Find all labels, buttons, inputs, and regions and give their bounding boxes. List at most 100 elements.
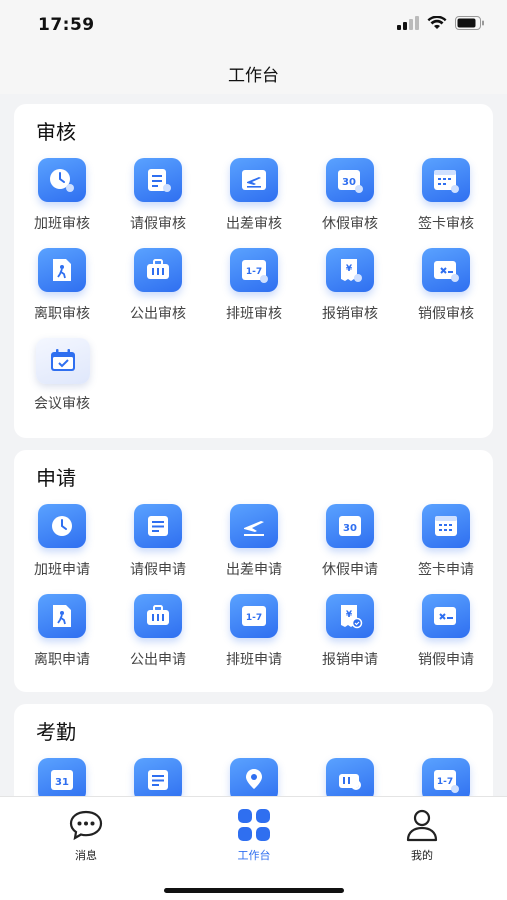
tile-label: 排班申请 [226,652,282,668]
section-card-review: 审核 加班审核 请假审核 出差审核 30 休假审核 签卡审核 离职审核 公出审核… [14,104,493,438]
tile-leave-review[interactable]: 请假审核 [110,158,206,242]
calendar-1-7-icon: 1-7 [230,248,278,292]
svg-text:1-7: 1-7 [246,613,262,623]
calendar-1-7-user-icon: 1-7 [422,758,470,796]
tile-cancel-leave-review[interactable]: 销假审核 [398,248,494,332]
tab-workbench[interactable]: 工作台 [204,807,304,863]
tile-label: 销假申请 [418,652,474,668]
tile-label: 请假申请 [130,562,186,578]
tile-label: 休假审核 [322,216,378,232]
svg-text:¥: ¥ [346,264,353,274]
wifi-icon [427,16,447,29]
briefcase-search-icon [326,758,374,796]
tile-label: 报销审核 [322,306,378,322]
calendar-30-icon: 30 [326,158,374,202]
tile-shift-apply[interactable]: 1-7 排班申请 [206,594,302,678]
tab-label: 工作台 [237,849,271,862]
tile-attendance-4[interactable] [302,758,398,796]
plane-icon [230,158,278,202]
tile-trip-review[interactable]: 出差审核 [206,158,302,242]
tile-resign-apply[interactable]: 离职申请 [14,594,110,678]
tile-signcard-review[interactable]: 签卡审核 [398,158,494,242]
svg-text:30: 30 [343,523,357,534]
tab-messages[interactable]: 消息 [36,807,136,863]
doc-walk-icon [38,248,86,292]
form-icon [134,758,182,796]
tab-label: 我的 [411,849,433,862]
svg-text:1-7: 1-7 [437,777,453,787]
section-card-attendance: 考勤 31 1-7 [14,704,493,796]
tile-label: 休假申请 [322,562,378,578]
signal-icon [397,16,419,30]
tile-attendance-3[interactable] [206,758,302,796]
tile-label: 离职审核 [34,306,90,322]
tile-overtime-review[interactable]: 加班审核 [14,158,110,242]
person-icon [406,809,438,842]
tile-overtime-apply[interactable]: 加班申请 [14,504,110,588]
tile-label: 签卡审核 [418,216,474,232]
calendar-1-7-icon: 1-7 [230,594,278,638]
briefcase-icon [134,248,182,292]
tile-label: 离职申请 [34,652,90,668]
tile-label: 排班审核 [226,306,282,322]
tile-label: 销假审核 [418,306,474,322]
calendar-cancel-icon [422,248,470,292]
calendar-30-icon: 30 [326,504,374,548]
receipt-yen-icon: ¥ [326,594,374,638]
tile-label: 出差审核 [226,216,282,232]
receipt-yen-icon: ¥ [326,248,374,292]
location-pin-icon [230,758,278,796]
tile-trip-apply[interactable]: 出差申请 [206,504,302,588]
tile-reimburse-apply[interactable]: ¥ 报销申请 [302,594,398,678]
doc-walk-icon [38,594,86,638]
tile-leave-apply[interactable]: 请假申请 [110,504,206,588]
status-icons [397,16,485,30]
clock-icon [38,504,86,548]
tile-reimburse-review[interactable]: ¥ 报销审核 [302,248,398,332]
tile-label: 公出审核 [130,306,186,322]
calendar-31-icon: 31 [38,758,86,796]
tile-label: 加班申请 [34,562,90,578]
nav-bar: 工作台 [0,48,507,94]
tile-label: 公出申请 [130,652,186,668]
tile-meeting-review[interactable]: 会议审核 [14,338,110,422]
section-card-apply: 申请 加班申请 请假申请 出差申请 30 休假申请 签卡申请 离职申请 公出申请… [14,450,493,692]
tile-signcard-apply[interactable]: 签卡申请 [398,504,494,588]
grid-apps-icon [238,809,270,841]
tile-attendance-1[interactable]: 31 [14,758,110,796]
tile-attendance-5[interactable]: 1-7 [398,758,494,796]
briefcase-icon [134,594,182,638]
tile-resign-review[interactable]: 离职审核 [14,248,110,332]
tile-shift-review[interactable]: 1-7 排班审核 [206,248,302,332]
tile-label: 出差申请 [226,562,282,578]
battery-icon [455,16,484,30]
tile-label: 请假审核 [130,216,186,232]
calendar-grid-icon [422,504,470,548]
home-indicator [164,888,344,893]
status-bar: 17:59 [0,0,507,48]
svg-text:30: 30 [342,177,356,188]
page-title: 工作台 [228,66,279,86]
chat-bubble-icon [69,810,103,841]
tile-cancel-leave-apply[interactable]: 销假申请 [398,594,494,678]
svg-text:31: 31 [55,777,69,788]
tile-outing-apply[interactable]: 公出申请 [110,594,206,678]
section-title: 考勤 [36,720,76,744]
status-time: 17:59 [38,15,95,35]
tile-attendance-2[interactable] [110,758,206,796]
tab-profile[interactable]: 我的 [372,807,472,863]
calendar-grid-icon [422,158,470,202]
clock-user-icon [38,158,86,202]
tile-outing-review[interactable]: 公出审核 [110,248,206,332]
section-title: 申请 [36,466,76,490]
tile-label: 签卡申请 [418,562,474,578]
tab-bar: 消息 工作台 我的 [0,796,507,900]
tile-label: 会议审核 [34,396,90,412]
content-scroll[interactable]: 审核 加班审核 请假审核 出差审核 30 休假审核 签卡审核 离职审核 公出审核… [0,94,507,796]
calendar-cancel-icon [422,594,470,638]
tile-vacation-apply[interactable]: 30 休假申请 [302,504,398,588]
tile-vacation-review[interactable]: 30 休假审核 [302,158,398,242]
tile-label: 报销申请 [322,652,378,668]
tab-label: 消息 [75,849,97,862]
section-title: 审核 [36,120,76,144]
